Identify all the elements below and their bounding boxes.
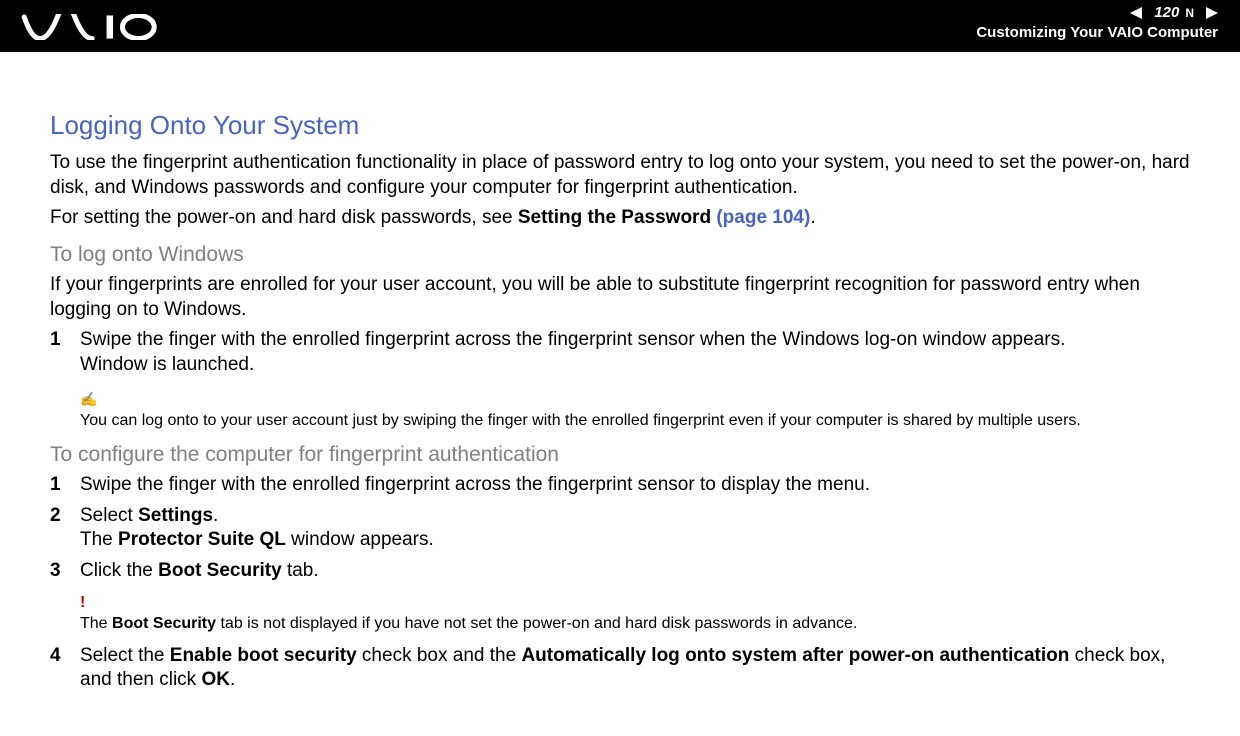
- text-fragment: For setting the power-on and hard disk p…: [50, 207, 518, 228]
- page-header: 120 N Customizing Your VAIO Computer: [0, 0, 1240, 52]
- warning-icon: !: [80, 594, 1190, 612]
- step-text: Click the Boot Security tab.: [80, 560, 319, 581]
- text-bold: Enable boot security: [170, 645, 357, 666]
- intro-paragraph-2: For setting the power-on and hard disk p…: [50, 206, 1190, 231]
- text-bold: Automatically log onto system after powe…: [521, 645, 1069, 666]
- step-number: 4: [50, 644, 61, 669]
- list-item: 4 Select the Enable boot security check …: [50, 644, 1190, 693]
- text-bold: OK: [201, 669, 230, 690]
- list-item: 3 Click the Boot Security tab.: [50, 559, 1190, 584]
- text-fragment: .: [810, 207, 815, 228]
- nav-prev-icon[interactable]: [1130, 7, 1148, 19]
- text-bold: Settings: [138, 505, 213, 526]
- step-text: The Protector Suite QL window appears.: [80, 529, 434, 550]
- sub1-paragraph: If your fingerprints are enrolled for yo…: [50, 273, 1190, 322]
- page-number: 120: [1154, 4, 1179, 21]
- note-icon: ✍: [80, 392, 1190, 409]
- page-nav[interactable]: 120 N: [1130, 4, 1218, 21]
- vaio-logo: [20, 14, 170, 40]
- page-title: Logging Onto Your System: [50, 110, 1190, 141]
- subheading-configure-fingerprint: To configure the computer for fingerprin…: [50, 443, 1190, 467]
- step-text: Swipe the finger with the enrolled finge…: [80, 329, 1065, 350]
- text-fragment: tab.: [282, 560, 319, 581]
- step-text: Select Settings.: [80, 505, 218, 526]
- text-fragment: .: [213, 505, 218, 526]
- list-item: 2 Select Settings. The Protector Suite Q…: [50, 504, 1190, 553]
- intro-paragraph-1: To use the fingerprint authentication fu…: [50, 151, 1190, 200]
- text-fragment: window appears.: [286, 529, 434, 550]
- list-item: 1 Swipe the finger with the enrolled fin…: [50, 328, 1190, 377]
- text-bold: Boot Security: [158, 560, 282, 581]
- step-number: 3: [50, 559, 61, 584]
- text-bold: Boot Security: [112, 615, 216, 632]
- text-fragment: Select the: [80, 645, 170, 666]
- text-fragment: check box and the: [357, 645, 522, 666]
- text-fragment: Select: [80, 505, 138, 526]
- nav-next-icon[interactable]: [1200, 7, 1218, 19]
- text-bold: Setting the Password: [518, 207, 716, 228]
- step-text: Select the Enable boot security check bo…: [80, 645, 1165, 691]
- section-title: Customizing Your VAIO Computer: [976, 24, 1218, 41]
- list-item: 1 Swipe the finger with the enrolled fin…: [50, 473, 1190, 498]
- step-text: Swipe the finger with the enrolled finge…: [80, 474, 870, 495]
- warning-text: The Boot Security tab is not displayed i…: [80, 614, 1190, 634]
- text-fragment: The: [80, 529, 118, 550]
- text-fragment: The: [80, 615, 112, 632]
- text-bold: Protector Suite QL: [118, 529, 286, 550]
- nav-letter: N: [1185, 6, 1194, 20]
- step-text: Window is launched.: [80, 354, 254, 375]
- step-number: 2: [50, 504, 61, 529]
- page-link[interactable]: (page 104): [716, 207, 810, 228]
- step-number: 1: [50, 328, 61, 353]
- header-right: 120 N Customizing Your VAIO Computer: [976, 4, 1218, 41]
- subheading-log-onto-windows: To log onto Windows: [50, 243, 1190, 267]
- text-fragment: .: [230, 669, 235, 690]
- text-fragment: Click the: [80, 560, 158, 581]
- page-content: Logging Onto Your System To use the fing…: [0, 52, 1240, 693]
- step-number: 1: [50, 473, 61, 498]
- text-fragment: tab is not displayed if you have not set…: [216, 615, 857, 632]
- note-text: You can log onto to your user account ju…: [80, 411, 1190, 431]
